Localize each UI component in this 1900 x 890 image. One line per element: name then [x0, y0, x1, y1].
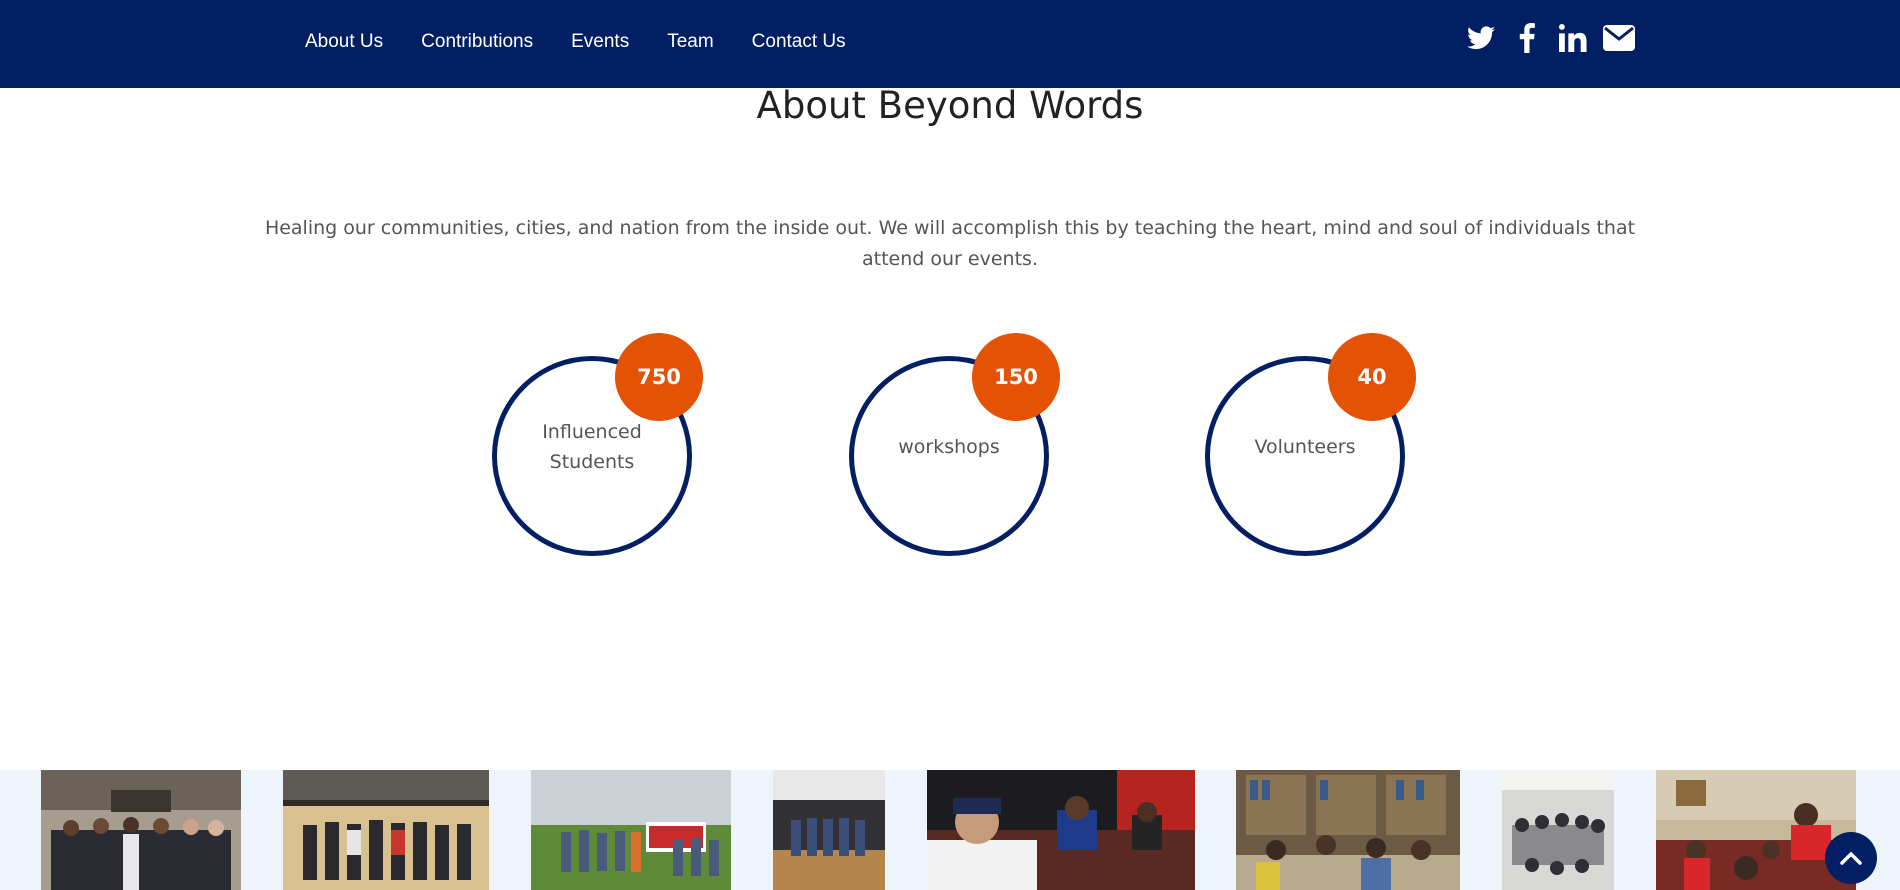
nav-link-about-us[interactable]: About Us	[305, 31, 383, 53]
navbar: About Us Contributions Events Team Conta…	[0, 0, 1900, 88]
linkedin-icon[interactable]	[1557, 22, 1589, 54]
twitter-icon[interactable]	[1465, 22, 1497, 54]
gallery-photo[interactable]	[531, 770, 731, 890]
page-title: About Beyond Words	[756, 84, 1144, 127]
gallery-photo[interactable]	[283, 770, 489, 890]
chevron-up-icon	[1840, 852, 1862, 865]
back-to-top-button[interactable]	[1825, 832, 1877, 884]
gallery-photo[interactable]	[927, 770, 1195, 890]
gallery-photo[interactable]	[773, 770, 885, 890]
photo-gallery	[0, 770, 1900, 890]
gallery-photo[interactable]	[1236, 770, 1460, 890]
stat-influenced-students: Influenced Students 750	[492, 333, 703, 556]
nav-link-contributions[interactable]: Contributions	[421, 31, 533, 53]
stat-value-badge: 40	[1328, 333, 1416, 421]
gallery-photo[interactable]	[1656, 770, 1856, 890]
gallery-photo[interactable]	[41, 770, 241, 890]
gallery-photo[interactable]	[1502, 770, 1614, 890]
stat-workshops: workshops 150	[849, 333, 1060, 556]
about-description: Healing our communities, cities, and nat…	[264, 217, 1636, 270]
social-links	[1465, 22, 1649, 54]
nav-link-contact-us[interactable]: Contact Us	[752, 31, 846, 53]
stat-volunteers: Volunteers 40	[1205, 333, 1416, 556]
stat-value-badge: 750	[615, 333, 703, 421]
nav-link-team[interactable]: Team	[667, 31, 713, 53]
stat-value-badge: 150	[972, 333, 1060, 421]
nav-link-events[interactable]: Events	[571, 31, 629, 53]
envelope-icon[interactable]	[1603, 22, 1635, 54]
facebook-icon[interactable]	[1511, 22, 1543, 54]
main-nav: About Us Contributions Events Team Conta…	[305, 0, 884, 84]
